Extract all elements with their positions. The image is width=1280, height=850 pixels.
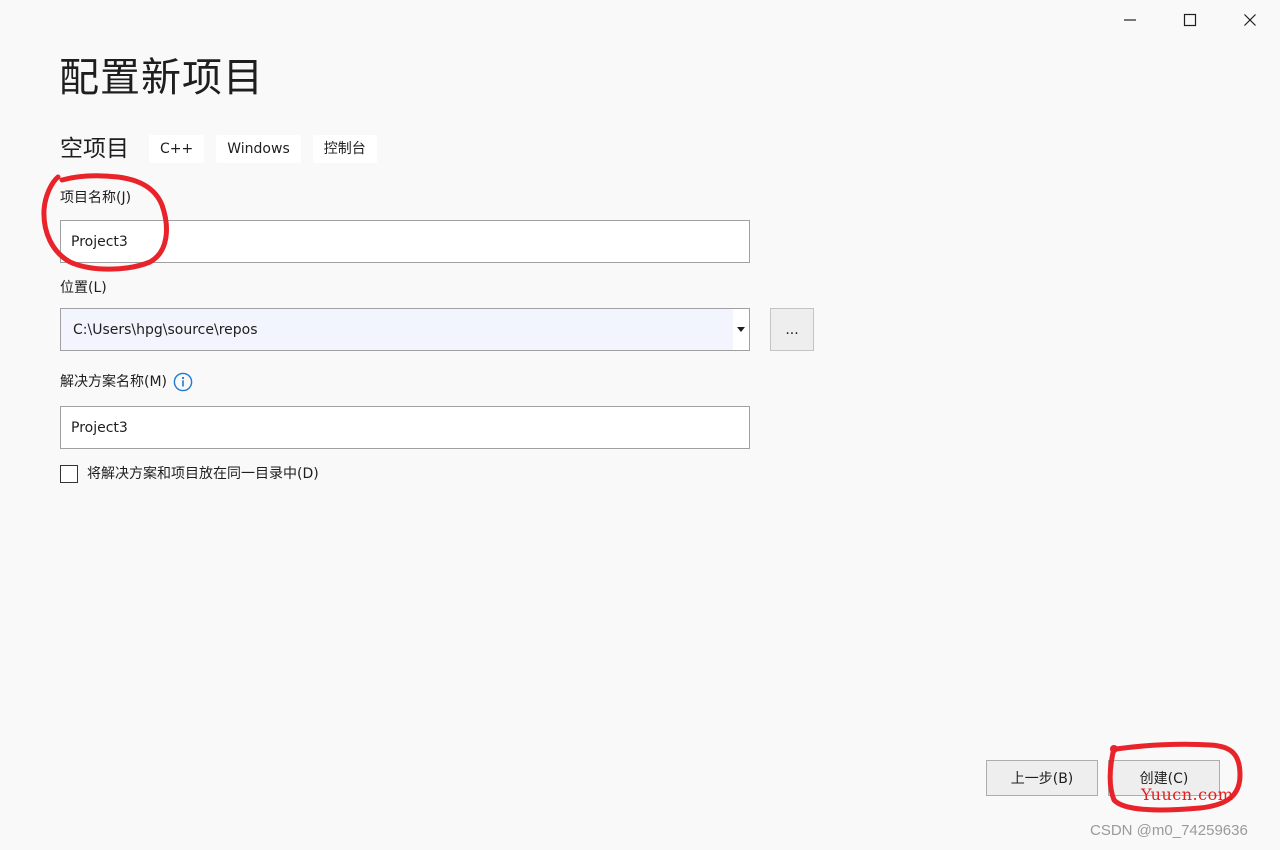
location-label: 位置(L): [60, 280, 107, 296]
template-summary: 空项目 C++ Windows 控制台: [60, 133, 389, 165]
info-icon[interactable]: [173, 372, 193, 392]
chevron-down-icon: [737, 327, 745, 332]
author-watermark: CSDN @m0_74259636: [1090, 822, 1248, 839]
tag-language: C++: [149, 135, 205, 163]
solution-name-label-row: 解决方案名称(M): [60, 372, 193, 392]
annotation-dot: [1110, 745, 1118, 753]
close-icon: [1244, 14, 1256, 26]
window-controls: [1100, 0, 1280, 40]
same-directory-checkbox[interactable]: [60, 465, 78, 483]
back-button[interactable]: 上一步(B): [986, 760, 1098, 796]
project-name-label: 项目名称(J): [60, 190, 132, 206]
site-watermark: Yuucn.com: [1141, 785, 1234, 804]
same-directory-label: 将解决方案和项目放在同一目录中(D): [87, 466, 319, 482]
template-name: 空项目: [60, 136, 129, 162]
solution-name-input[interactable]: [60, 406, 750, 449]
solution-name-label: 解决方案名称(M): [60, 374, 168, 390]
browse-button[interactable]: ...: [770, 308, 814, 351]
maximize-icon: [1183, 13, 1197, 27]
maximize-button[interactable]: [1160, 0, 1220, 40]
project-name-input[interactable]: [60, 220, 750, 263]
tag-platform: Windows: [216, 135, 301, 163]
close-button[interactable]: [1220, 0, 1280, 40]
location-combobox[interactable]: C:\Users\hpg\source\repos: [60, 308, 750, 351]
page-title: 配置新项目: [59, 55, 264, 101]
location-value: C:\Users\hpg\source\repos: [73, 321, 258, 338]
same-directory-option[interactable]: 将解决方案和项目放在同一目录中(D): [60, 463, 319, 485]
minimize-icon: [1124, 19, 1136, 21]
dropdown-arrow[interactable]: [733, 309, 749, 350]
minimize-button[interactable]: [1100, 0, 1160, 40]
tag-project-type: 控制台: [312, 135, 377, 163]
